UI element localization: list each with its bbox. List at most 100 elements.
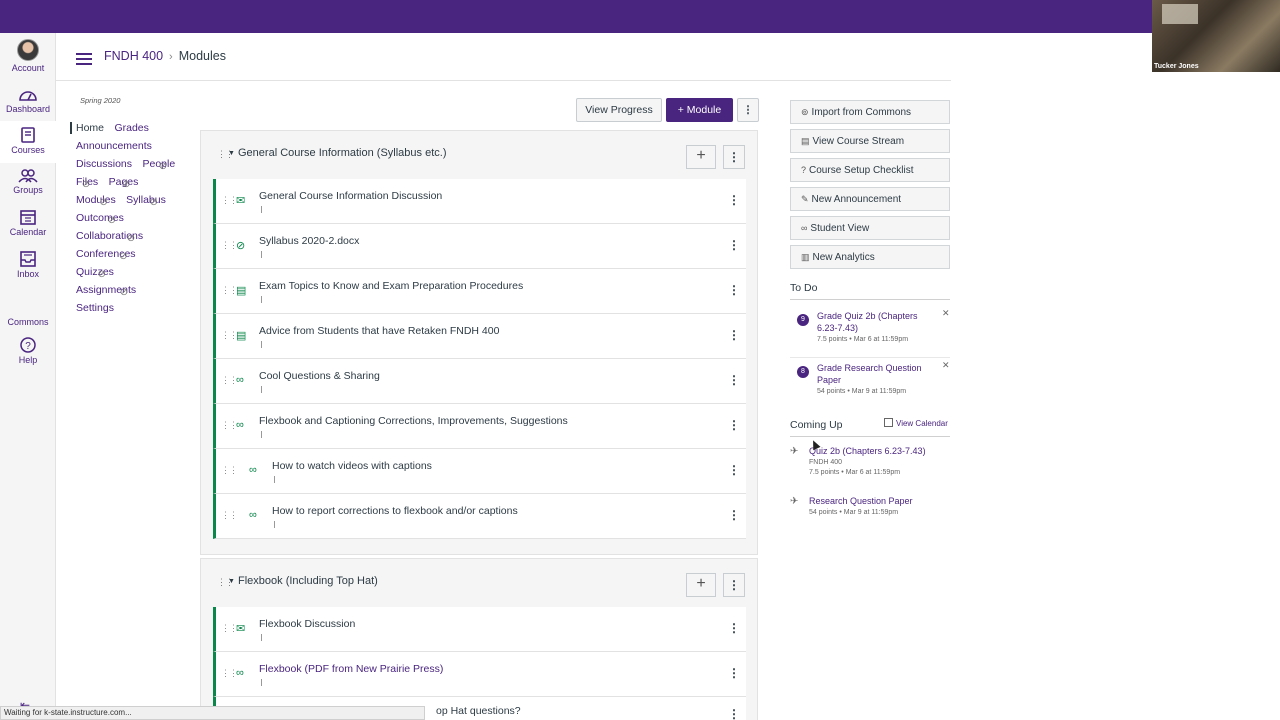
global-nav-dashboard[interactable]: Dashboard — [0, 88, 56, 122]
todo-title[interactable]: Grade Quiz 2b (Chapters 6.23-7.43) — [817, 310, 935, 334]
module-item[interactable]: ⋮⋮ ∞ Cool Questions & Sharing ⋮ — [213, 359, 746, 404]
module-item-title[interactable]: Advice from Students that have Retaken F… — [259, 325, 499, 337]
item-kebab-icon[interactable]: ⋮ — [728, 373, 740, 387]
coming-up-title[interactable]: Research Question Paper — [809, 496, 913, 506]
module-kebab-button[interactable]: ⋮ — [723, 145, 745, 169]
module-item-title[interactable]: Flexbook (PDF from New Prairie Press) — [259, 663, 443, 675]
course-nav-people[interactable]: People ⊘ — [136, 158, 175, 172]
module-item[interactable]: ⋮⋮ ✉ General Course Information Discussi… — [213, 179, 746, 224]
module-item[interactable]: ⋮⋮ ▤ Exam Topics to Know and Exam Prepar… — [213, 269, 746, 314]
collapse-caret-icon[interactable]: ▼ — [228, 578, 235, 585]
course-nav-collaborations[interactable]: Collaborations ⊘ — [70, 230, 143, 244]
drag-handle-icon[interactable]: ⋮⋮ — [221, 240, 238, 251]
link-icon: ∞ — [236, 419, 244, 431]
view-progress-button[interactable]: View Progress — [576, 98, 662, 122]
coming-up-item[interactable]: ✈ Research Question Paper 54 points • Ma… — [790, 496, 950, 522]
module-item-title[interactable]: Syllabus 2020-2.docx — [259, 235, 359, 247]
toolbar-kebab-button[interactable]: ⋮ — [737, 98, 759, 122]
module-item[interactable]: ⋮⋮ ∞ Flexbook and Captioning Corrections… — [213, 404, 746, 449]
course-nav-announcements[interactable]: Announcements — [70, 140, 152, 152]
course-nav-outcomes[interactable]: Outcomes ⊘ — [70, 212, 124, 226]
item-kebab-icon[interactable]: ⋮ — [728, 283, 740, 297]
collapse-caret-icon[interactable]: ▼ — [228, 150, 235, 157]
drag-handle-icon[interactable]: ⋮⋮ — [221, 375, 238, 386]
drag-handle-icon[interactable]: ⋮⋮ — [221, 420, 238, 431]
coming-up-item[interactable]: ✈ Quiz 2b (Chapters 6.23-7.43) FNDH 400 … — [790, 446, 950, 482]
item-kebab-icon[interactable]: ⋮ — [728, 238, 740, 252]
module-item[interactable]: ⋮⋮ ∞ Flexbook (PDF from New Prairie Pres… — [213, 652, 746, 697]
global-nav-account[interactable]: Account — [0, 39, 56, 79]
global-nav-courses[interactable]: Courses — [0, 121, 56, 163]
global-nav-commons[interactable]: Commons — [0, 315, 56, 331]
global-nav-groups[interactable]: Groups — [0, 169, 56, 205]
module-kebab-button[interactable]: ⋮ — [723, 573, 745, 597]
drag-handle-icon[interactable]: ⋮⋮ — [221, 330, 238, 341]
item-kebab-icon[interactable]: ⋮ — [728, 621, 740, 635]
new-announcement-button[interactable]: ✎ New Announcement — [790, 187, 950, 211]
drag-handle-icon[interactable]: ⋮⋮ — [221, 623, 238, 634]
button-label: Course Setup Checklist — [809, 165, 914, 176]
drag-handle-icon[interactable]: ⋮⋮ — [221, 510, 238, 521]
view-course-stream-button[interactable]: ▤ View Course Stream — [790, 129, 950, 153]
dismiss-icon[interactable]: ✕ — [942, 308, 950, 319]
module-item-title[interactable]: Exam Topics to Know and Exam Preparation… — [259, 280, 523, 292]
todo-item[interactable]: 9 Grade Quiz 2b (Chapters 6.23-7.43) 7.5… — [790, 308, 950, 354]
commons-icon: ⊚ — [801, 107, 809, 117]
module-item-title[interactable]: Flexbook Discussion — [259, 618, 355, 630]
module-item-title[interactable]: How to watch videos with captions — [272, 460, 432, 472]
course-nav-discussions[interactable]: Discussions — [70, 158, 132, 170]
module-item[interactable]: ⋮⋮ ∞ How to report corrections to flexbo… — [213, 494, 746, 539]
item-kebab-icon[interactable]: ⋮ — [728, 418, 740, 432]
module-item-title[interactable]: op Hat questions? — [436, 705, 521, 717]
module-header[interactable]: ⋮⋮ ▼ Flexbook (Including Top Hat) + ⋮ — [201, 559, 757, 607]
course-nav-quizzes[interactable]: Quizzes ⊘ — [70, 266, 114, 280]
item-kebab-icon[interactable]: ⋮ — [728, 193, 740, 207]
import-from-commons-button[interactable]: ⊚ Import from Commons — [790, 100, 950, 124]
drag-handle-icon[interactable]: ⋮⋮ — [221, 285, 238, 296]
breadcrumb-course-link[interactable]: FNDH 400 — [104, 49, 163, 63]
module-header[interactable]: ⋮⋮ ▼ General Course Information (Syllabu… — [201, 131, 757, 179]
module-item[interactable]: ⋮⋮ ▤ Advice from Students that have Reta… — [213, 314, 746, 359]
global-nav-help[interactable]: ? Help — [0, 337, 56, 373]
module-add-item-button[interactable]: + — [686, 573, 716, 597]
module-item[interactable]: ⋮⋮ ∞ How to watch videos with captions ⋮ — [213, 449, 746, 494]
dismiss-icon[interactable]: ✕ — [942, 360, 950, 371]
hamburger-menu-icon[interactable] — [76, 53, 92, 65]
todo-title[interactable]: Grade Research Question Paper — [817, 362, 935, 386]
course-nav-settings[interactable]: Settings — [70, 302, 114, 314]
item-kebab-icon[interactable]: ⋮ — [728, 666, 740, 680]
course-nav-files[interactable]: Files ⊘ — [70, 176, 98, 190]
item-kebab-icon[interactable]: ⋮ — [728, 508, 740, 522]
drag-handle-icon[interactable]: ⋮⋮ — [221, 668, 238, 679]
course-nav-home[interactable]: Home — [70, 122, 105, 134]
course-nav-pages[interactable]: Pages ⊘ — [103, 176, 139, 190]
item-kebab-icon[interactable]: ⋮ — [728, 707, 740, 720]
module-item-title[interactable]: How to report corrections to flexbook an… — [272, 505, 518, 517]
add-module-button[interactable]: + Module — [666, 98, 733, 122]
groups-icon — [18, 169, 38, 183]
todo-item[interactable]: 8 Grade Research Question Paper 54 point… — [790, 360, 950, 406]
global-nav-inbox[interactable]: Inbox — [0, 251, 56, 287]
course-nav-grades[interactable]: Grades — [108, 122, 148, 134]
item-kebab-icon[interactable]: ⋮ — [728, 328, 740, 342]
course-nav-modules[interactable]: Modules ⊘ — [70, 194, 116, 208]
drag-handle-icon[interactable]: ⋮⋮ — [221, 195, 238, 206]
view-calendar-link[interactable]: View Calendar — [884, 418, 948, 428]
module-item[interactable]: ⋮⋮ ⊘ Syllabus 2020-2.docx ⋮ — [213, 224, 746, 269]
video-thumbnail[interactable]: Tucker Jones — [1152, 0, 1280, 72]
course-nav-conferences[interactable]: Conferences ⊘ — [70, 248, 136, 262]
drag-handle-icon[interactable]: ⋮⋮ — [221, 465, 238, 476]
module-add-item-button[interactable]: + — [686, 145, 716, 169]
module-item-title[interactable]: General Course Information Discussion — [259, 190, 442, 202]
new-analytics-button[interactable]: ▥ New Analytics — [790, 245, 950, 269]
student-view-button[interactable]: ∞ Student View — [790, 216, 950, 240]
coming-up-title[interactable]: Quiz 2b (Chapters 6.23-7.43) — [809, 446, 926, 456]
course-nav-syllabus[interactable]: Syllabus ⊘ — [120, 194, 166, 208]
course-setup-checklist-button[interactable]: ? Course Setup Checklist — [790, 158, 950, 182]
module-item-title[interactable]: Cool Questions & Sharing — [259, 370, 380, 382]
global-nav-calendar[interactable]: Calendar — [0, 209, 56, 245]
item-kebab-icon[interactable]: ⋮ — [728, 463, 740, 477]
module-item-title[interactable]: Flexbook and Captioning Corrections, Imp… — [259, 415, 568, 427]
course-nav-assignments[interactable]: Assignments ⊘ — [70, 284, 136, 298]
module-item[interactable]: ⋮⋮ ✉ Flexbook Discussion ⋮ — [213, 607, 746, 652]
